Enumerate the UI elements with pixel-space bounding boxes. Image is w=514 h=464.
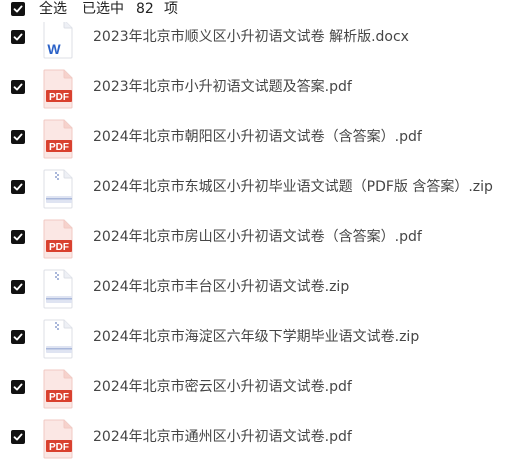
check-icon	[13, 5, 23, 13]
selection-toolbar: 全选 已选中 82 项	[0, 0, 514, 22]
file-checkbox[interactable]	[11, 130, 25, 144]
file-row[interactable]: 2024年北京市东城区小升初毕业语文试题（PDF版 含答案）.zip	[0, 164, 514, 214]
zip-file-icon	[42, 319, 74, 359]
file-row[interactable]: PDF 2024年北京市朝阳区小升初语文试卷（含答案）.pdf	[0, 114, 514, 164]
zip-file-icon	[42, 269, 74, 309]
svg-text:PDF: PDF	[49, 392, 69, 403]
check-icon	[13, 433, 23, 441]
svg-text:PDF: PDF	[49, 92, 69, 103]
check-icon	[13, 183, 23, 191]
file-name[interactable]: 2024年北京市丰台区小升初语文试卷.zip	[93, 278, 349, 296]
file-row[interactable]: PDF 2023年北京市小升初语文试题及答案.pdf	[0, 64, 514, 114]
file-checkbox[interactable]	[11, 180, 25, 194]
pdf-file-icon: PDF	[42, 419, 74, 459]
file-name[interactable]: 2024年北京市密云区小升初语文试卷.pdf	[93, 378, 352, 396]
file-name[interactable]: 2024年北京市东城区小升初毕业语文试题（PDF版 含答案）.zip	[93, 178, 493, 196]
pdf-file-icon: PDF	[42, 69, 74, 109]
file-list: W 2023年北京市顺义区小升初语文试卷 解析版.docx PDF 2023年北京市小…	[0, 0, 514, 459]
check-icon	[13, 83, 23, 91]
check-icon	[13, 133, 23, 141]
pdf-file-icon: PDF	[42, 369, 74, 409]
file-row[interactable]: 2024年北京市海淀区六年级下学期毕业语文试卷.zip	[0, 314, 514, 364]
file-name[interactable]: 2024年北京市房山区小升初语文试卷（含答案）.pdf	[93, 228, 422, 246]
select-all-checkbox[interactable]	[11, 2, 25, 16]
file-row[interactable]: PDF 2024年北京市密云区小升初语文试卷.pdf	[0, 364, 514, 414]
check-icon	[13, 333, 23, 341]
pdf-file-icon: PDF	[42, 119, 74, 159]
file-name[interactable]: 2024年北京市通州区小升初语文试卷.pdf	[93, 428, 352, 446]
file-row[interactable]: PDF 2024年北京市通州区小升初语文试卷.pdf	[0, 414, 514, 464]
svg-text:PDF: PDF	[49, 142, 69, 153]
file-checkbox[interactable]	[11, 330, 25, 344]
word-file-icon: W	[42, 19, 74, 59]
file-checkbox[interactable]	[11, 280, 25, 294]
file-name[interactable]: 2023年北京市小升初语文试题及答案.pdf	[93, 78, 352, 96]
selected-count: 82	[136, 1, 154, 17]
check-icon	[13, 283, 23, 291]
selected-unit-label: 项	[164, 1, 178, 17]
check-icon	[13, 33, 23, 41]
file-name[interactable]: 2024年北京市海淀区六年级下学期毕业语文试卷.zip	[93, 328, 419, 346]
file-checkbox[interactable]	[11, 230, 25, 244]
file-checkbox[interactable]	[11, 80, 25, 94]
zip-file-icon	[42, 169, 74, 209]
file-name[interactable]: 2023年北京市顺义区小升初语文试卷 解析版.docx	[93, 28, 409, 46]
file-row[interactable]: PDF 2024年北京市房山区小升初语文试卷（含答案）.pdf	[0, 214, 514, 264]
select-all-label[interactable]: 全选	[39, 0, 67, 18]
svg-text:W: W	[47, 41, 61, 57]
check-icon	[13, 383, 23, 391]
file-name[interactable]: 2024年北京市朝阳区小升初语文试卷（含答案）.pdf	[93, 128, 422, 146]
file-checkbox[interactable]	[11, 430, 25, 444]
pdf-file-icon: PDF	[42, 219, 74, 259]
file-checkbox[interactable]	[11, 380, 25, 394]
svg-text:PDF: PDF	[49, 242, 69, 253]
selected-label: 已选中	[82, 1, 124, 17]
check-icon	[13, 233, 23, 241]
file-checkbox[interactable]	[11, 30, 25, 44]
file-row[interactable]: 2024年北京市丰台区小升初语文试卷.zip	[0, 264, 514, 314]
